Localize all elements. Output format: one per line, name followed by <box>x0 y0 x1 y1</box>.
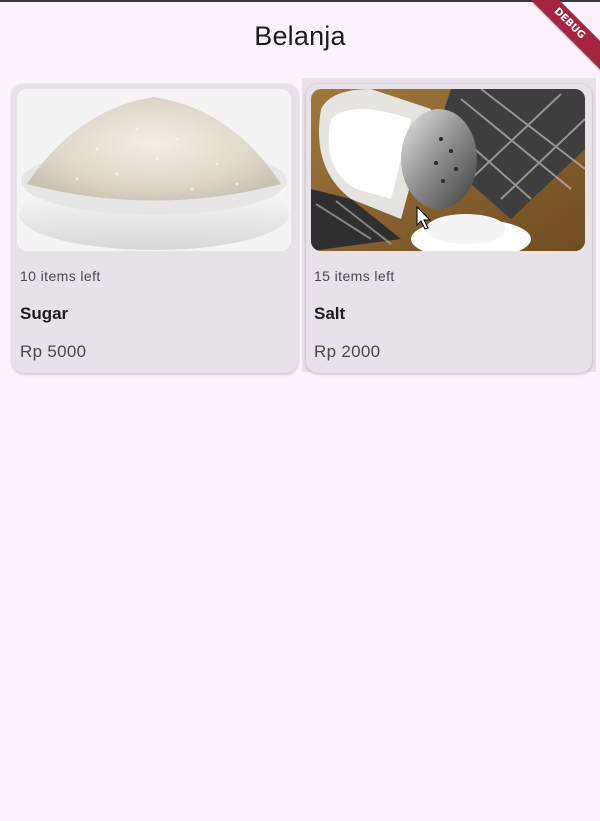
product-cell-sugar: 10 items left Sugar Rp 5000 <box>8 80 302 374</box>
product-cell-salt: 15 items left Salt Rp 2000 <box>302 78 596 373</box>
product-image-sugar <box>17 89 291 251</box>
product-card[interactable]: 10 items left Sugar Rp 5000 <box>12 84 298 373</box>
stock-label: 15 items left <box>314 268 395 284</box>
product-price: Rp 2000 <box>314 342 381 361</box>
page-title: Belanja <box>254 20 346 51</box>
product-name: Salt <box>314 304 346 323</box>
product-card[interactable]: 15 items left Salt Rp 2000 <box>306 84 592 373</box>
product-image-salt <box>311 89 585 251</box>
salt-shaker-image <box>311 89 585 251</box>
stock-label: 10 items left <box>20 268 101 284</box>
app-bar: Belanja <box>0 2 600 70</box>
product-price: Rp 5000 <box>20 342 87 361</box>
sugar-bowl-image <box>17 89 291 251</box>
product-name: Sugar <box>20 304 69 323</box>
